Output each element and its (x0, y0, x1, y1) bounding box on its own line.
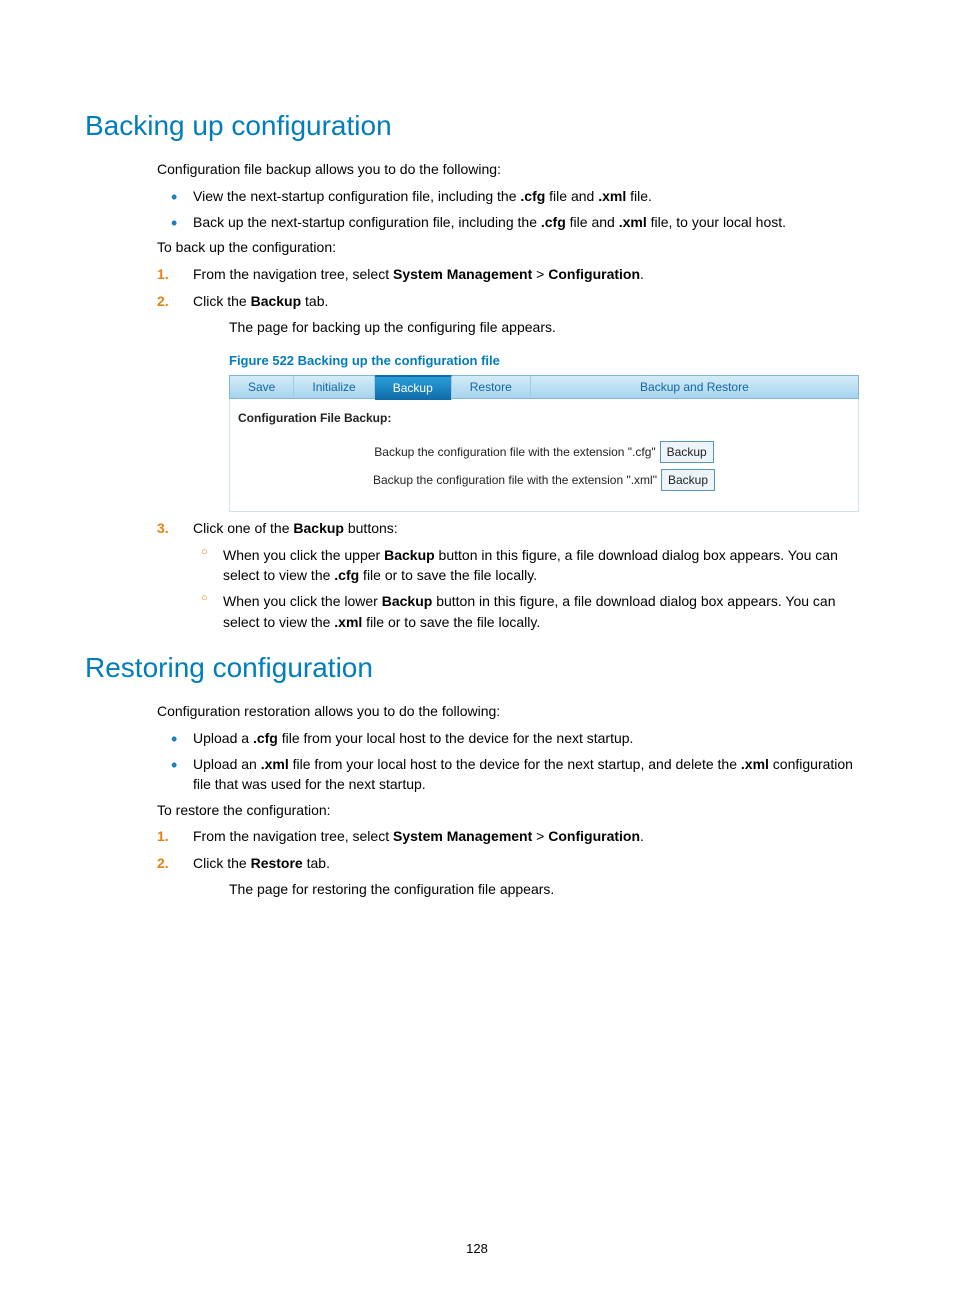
lead-backup: To back up the configuration: (157, 238, 869, 258)
text: Click the (193, 855, 251, 871)
text-bold: Restore (251, 855, 303, 871)
list-item: When you click the lower Backup button i… (193, 591, 869, 632)
tab-bar: Save Initialize Backup Restore Backup an… (229, 375, 859, 399)
list-item: Upload a .cfg file from your local host … (157, 728, 869, 748)
text: > (532, 266, 548, 282)
intro-restore: Configuration restoration allows you to … (157, 702, 869, 722)
text: > (532, 828, 548, 844)
figure-backup-screenshot: Save Initialize Backup Restore Backup an… (229, 375, 859, 512)
text-bold: Backup (251, 293, 302, 309)
text: file and (566, 214, 619, 230)
text: . (640, 266, 644, 282)
text: When you click the lower (223, 593, 382, 609)
step-note: The page for restoring the configuration… (229, 880, 869, 900)
text-bold: Configuration (548, 266, 640, 282)
text-bold: Backup (384, 547, 435, 563)
text-bold: .cfg (541, 214, 566, 230)
text-bold: .cfg (253, 730, 278, 746)
list-item: When you click the upper Backup button i… (193, 545, 869, 586)
text: file and (545, 188, 598, 204)
label: Backup the configuration file with the e… (374, 443, 655, 461)
backup-capabilities-list: View the next-startup configuration file… (157, 186, 869, 233)
text-bold: Backup (382, 593, 433, 609)
text: . (640, 828, 644, 844)
list-item: View the next-startup configuration file… (157, 186, 869, 206)
text-bold: .xml (598, 188, 626, 204)
tab-backup-and-restore[interactable]: Backup and Restore (531, 376, 858, 398)
list-item: Click one of the Backup buttons: When yo… (157, 518, 869, 632)
text-bold: .cfg (334, 567, 359, 583)
text-bold: .xml (619, 214, 647, 230)
text: buttons: (344, 520, 398, 536)
text: file, to your local host. (647, 214, 786, 230)
backup-xml-row: Backup the configuration file with the e… (238, 469, 850, 491)
lead-restore: To restore the configuration: (157, 801, 869, 821)
backup-cfg-button[interactable]: Backup (660, 441, 714, 463)
panel-title: Configuration File Backup: (238, 409, 850, 427)
text-bold: Backup (293, 520, 344, 536)
backup-cfg-row: Backup the configuration file with the e… (238, 441, 850, 463)
text: Click the (193, 293, 251, 309)
text: From the navigation tree, select (193, 266, 393, 282)
text-bold: System Management (393, 828, 532, 844)
text-bold: .cfg (520, 188, 545, 204)
text: From the navigation tree, select (193, 828, 393, 844)
text: file or to save the file locally. (359, 567, 537, 583)
text: tab. (303, 855, 330, 871)
text: file. (626, 188, 652, 204)
intro-backup: Configuration file backup allows you to … (157, 160, 869, 180)
text: file from your local host to the device … (289, 756, 741, 772)
list-item: Click the Restore tab. The page for rest… (157, 853, 869, 900)
text: file or to save the file locally. (362, 614, 540, 630)
tab-save[interactable]: Save (230, 376, 294, 398)
backup-button-notes: When you click the upper Backup button i… (193, 545, 869, 632)
heading-restore: Restoring configuration (85, 652, 869, 684)
text: Click one of the (193, 520, 293, 536)
backup-steps-list: From the navigation tree, select System … (157, 264, 869, 632)
text: Back up the next-startup configuration f… (193, 214, 541, 230)
text: tab. (301, 293, 328, 309)
figure-caption: Figure 522 Backing up the configuration … (229, 351, 869, 371)
text-bold: .xml (741, 756, 769, 772)
text: When you click the upper (223, 547, 384, 563)
list-item: Click the Backup tab. The page for backi… (157, 291, 869, 512)
list-item: From the navigation tree, select System … (157, 826, 869, 847)
step-note: The page for backing up the configuring … (229, 318, 869, 338)
text: Upload a (193, 730, 253, 746)
page-number: 128 (0, 1241, 954, 1256)
restore-steps-list: From the navigation tree, select System … (157, 826, 869, 900)
backup-xml-button[interactable]: Backup (661, 469, 715, 491)
list-item: From the navigation tree, select System … (157, 264, 869, 285)
text: Upload an (193, 756, 261, 772)
text-bold: System Management (393, 266, 532, 282)
text: View the next-startup configuration file… (193, 188, 520, 204)
label: Backup the configuration file with the e… (373, 471, 657, 489)
heading-backup: Backing up configuration (85, 110, 869, 142)
text-bold: .xml (334, 614, 362, 630)
tab-backup[interactable]: Backup (375, 375, 452, 400)
text-bold: Configuration (548, 828, 640, 844)
list-item: Upload an .xml file from your local host… (157, 754, 869, 795)
text-bold: .xml (261, 756, 289, 772)
restore-capabilities-list: Upload a .cfg file from your local host … (157, 728, 869, 795)
tab-restore[interactable]: Restore (452, 376, 531, 398)
list-item: Back up the next-startup configuration f… (157, 212, 869, 232)
tab-initialize[interactable]: Initialize (294, 376, 374, 398)
text: file from your local host to the device … (278, 730, 634, 746)
